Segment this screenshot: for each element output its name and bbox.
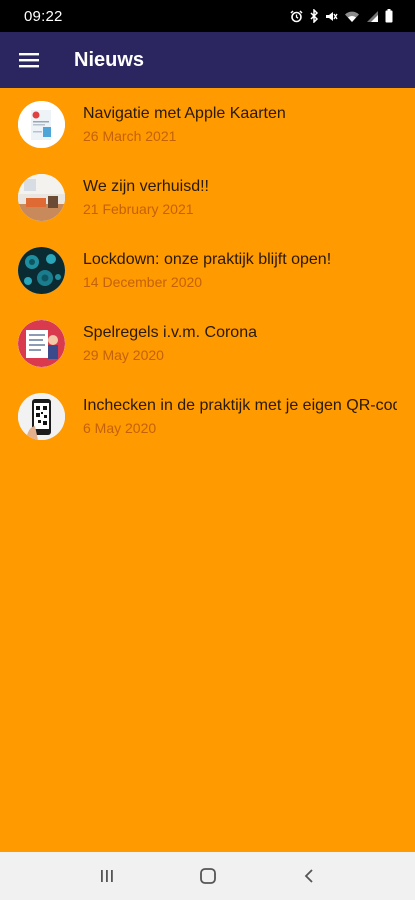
list-item[interactable]: We zijn verhuisd!! 21 February 2021 bbox=[0, 161, 415, 234]
news-list: Navigatie met Apple Kaarten 26 March 202… bbox=[0, 88, 415, 852]
home-icon bbox=[199, 868, 216, 884]
news-title: Spelregels i.v.m. Corona bbox=[83, 324, 257, 341]
virus-thumbnail bbox=[18, 247, 65, 294]
back-icon bbox=[304, 869, 313, 883]
item-text: We zijn verhuisd!! 21 February 2021 bbox=[83, 177, 397, 218]
hamburger-menu-icon bbox=[19, 53, 39, 68]
status-bar: 09:22 bbox=[0, 0, 415, 32]
news-date: 21 February 2021 bbox=[83, 201, 194, 217]
item-text: Lockdown: onze praktijk blijft open! 14 … bbox=[83, 250, 397, 291]
status-time: 09:22 bbox=[24, 7, 63, 25]
bluetooth-icon bbox=[309, 9, 319, 23]
mute-icon bbox=[325, 10, 338, 23]
signal-icon bbox=[366, 10, 379, 23]
page-title: Nieuws bbox=[74, 48, 145, 71]
rules-thumbnail bbox=[18, 320, 65, 367]
list-item[interactable]: Navigatie met Apple Kaarten 26 March 202… bbox=[0, 88, 415, 161]
qr-phone-thumbnail bbox=[18, 393, 65, 440]
home-button[interactable] bbox=[184, 852, 232, 900]
system-nav-bar bbox=[0, 852, 415, 900]
battery-icon bbox=[385, 9, 393, 23]
list-item[interactable]: Inchecken in de praktijk met je eigen QR… bbox=[0, 380, 415, 453]
alarm-icon bbox=[290, 9, 303, 23]
wifi-icon bbox=[344, 10, 360, 23]
news-date: 29 May 2020 bbox=[83, 347, 164, 363]
item-text: Spelregels i.v.m. Corona 29 May 2020 bbox=[83, 323, 397, 364]
app-bar: Nieuws bbox=[0, 32, 415, 88]
news-title: Lockdown: onze praktijk blijft open! bbox=[83, 251, 332, 268]
news-title: Inchecken in de praktijk met je eigen QR… bbox=[83, 397, 397, 414]
news-title: We zijn verhuisd!! bbox=[83, 178, 209, 195]
item-text: Navigatie met Apple Kaarten 26 March 202… bbox=[83, 104, 397, 145]
back-button[interactable] bbox=[285, 852, 333, 900]
news-date: 6 May 2020 bbox=[83, 420, 157, 436]
recent-apps-icon bbox=[100, 870, 113, 882]
map-thumbnail bbox=[18, 101, 65, 148]
list-item[interactable]: Spelregels i.v.m. Corona 29 May 2020 bbox=[0, 307, 415, 380]
news-date: 26 March 2021 bbox=[83, 128, 177, 144]
room-thumbnail bbox=[18, 174, 65, 221]
menu-button[interactable] bbox=[1, 32, 57, 88]
recent-apps-button[interactable] bbox=[83, 852, 131, 900]
news-date: 14 December 2020 bbox=[83, 274, 203, 290]
news-title: Navigatie met Apple Kaarten bbox=[83, 105, 286, 122]
status-icons bbox=[290, 9, 393, 23]
item-text: Inchecken in de praktijk met je eigen QR… bbox=[83, 396, 397, 437]
list-item[interactable]: Lockdown: onze praktijk blijft open! 14 … bbox=[0, 234, 415, 307]
